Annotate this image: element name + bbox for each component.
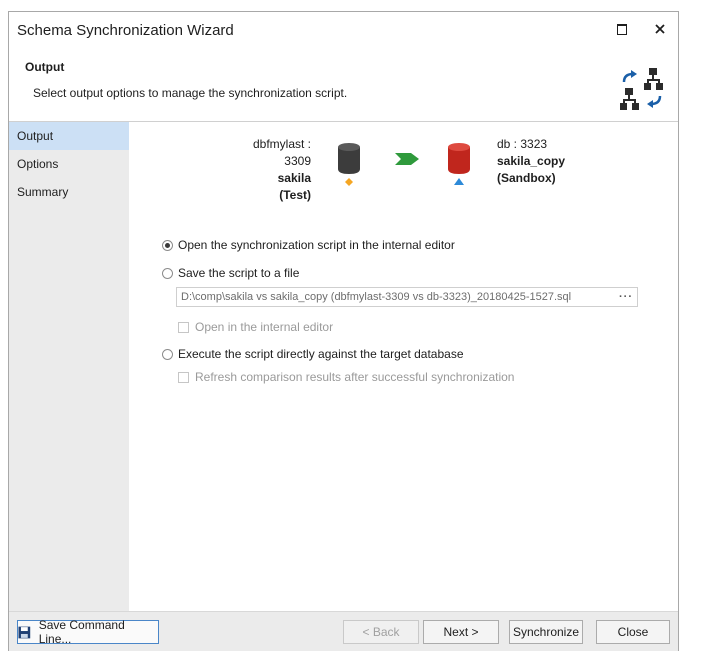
target-connection: db : 3323: [497, 137, 548, 151]
file-path-value: D:\comp\sakila vs sakila_copy (dbfmylast…: [181, 291, 572, 303]
sidebar-item-options[interactable]: Options: [9, 150, 129, 178]
open-in-editor-checkbox[interactable]: [178, 321, 189, 333]
wizard-window: Schema Synchronization Wizard Output Sel…: [8, 11, 679, 651]
back-button[interactable]: < Back: [343, 620, 419, 644]
next-button[interactable]: Next >: [423, 620, 499, 644]
open-editor-radio[interactable]: [162, 239, 173, 251]
close-button[interactable]: Close: [596, 620, 670, 644]
save-command-line-label: Save Command Line...: [38, 618, 125, 646]
refresh-results-checkbox[interactable]: [178, 371, 189, 383]
close-window-button[interactable]: [649, 18, 671, 40]
output-panel: dbfmylast : 3309 sakila (Test) db : 3323…: [129, 122, 678, 611]
target-db-info: db : 3323 sakila_copy (Sandbox): [497, 136, 617, 187]
page-title: Output: [25, 60, 65, 74]
option-execute-directly[interactable]: Execute the script directly against the …: [162, 347, 464, 361]
source-environment: (Test): [279, 188, 311, 202]
source-db-info: dbfmylast : 3309 sakila (Test): [229, 136, 311, 204]
option-refresh-results[interactable]: Refresh comparison results after success…: [178, 370, 514, 384]
execute-directly-label: Execute the script directly against the …: [178, 347, 464, 361]
window-title: Schema Synchronization Wizard: [17, 22, 234, 39]
execute-directly-radio[interactable]: [162, 348, 173, 360]
refresh-results-label: Refresh comparison results after success…: [195, 370, 515, 384]
close-icon: [655, 24, 665, 34]
browse-button[interactable]: ···: [617, 288, 635, 306]
save-command-line-button[interactable]: Save Command Line...: [17, 618, 159, 646]
synchronize-button[interactable]: Synchronize: [509, 620, 583, 644]
save-file-label: Save the script to a file: [178, 266, 300, 280]
floppy-disk-icon: [18, 626, 31, 638]
target-database-icon: [448, 143, 470, 185]
target-environment: (Sandbox): [497, 171, 556, 185]
source-connection: dbfmylast : 3309: [252, 137, 311, 168]
sidebar-item-output[interactable]: Output: [9, 122, 129, 150]
sidebar-item-summary[interactable]: Summary: [9, 178, 129, 206]
option-save-file[interactable]: Save the script to a file: [162, 266, 299, 280]
schema-sync-icon: [620, 68, 663, 110]
wizard-steps-sidebar: Output Options Summary: [9, 122, 129, 611]
maximize-button[interactable]: [611, 18, 633, 40]
source-database-icon: [338, 143, 360, 186]
maximize-icon: [617, 23, 627, 35]
wizard-footer: Save Command Line... < Back Next > Synch…: [9, 611, 678, 651]
open-editor-label: Open the synchronization script in the i…: [178, 238, 455, 252]
source-database: sakila: [277, 171, 311, 185]
sync-direction-arrow-icon: [395, 153, 419, 165]
page-description: Select output options to manage the sync…: [33, 86, 348, 100]
open-in-editor-label: Open in the internal editor: [195, 320, 334, 334]
option-open-editor[interactable]: Open the synchronization script in the i…: [162, 238, 455, 252]
option-open-in-editor[interactable]: Open in the internal editor: [178, 320, 333, 334]
file-path-input[interactable]: D:\comp\sakila vs sakila_copy (dbfmylast…: [176, 287, 638, 307]
page-header: Output Select output options to manage t…: [9, 56, 678, 122]
save-file-radio[interactable]: [162, 267, 173, 279]
source-diamond-icon: [345, 178, 353, 186]
target-database: sakila_copy: [497, 154, 566, 168]
target-triangle-icon: [454, 178, 464, 185]
